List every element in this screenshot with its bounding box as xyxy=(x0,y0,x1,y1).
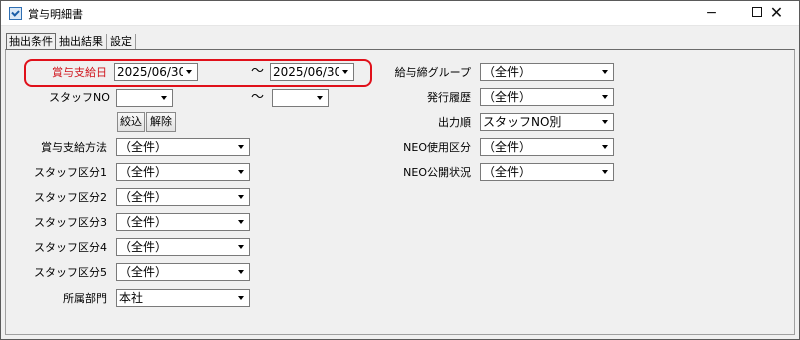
staff-category5-label: スタッフ区分5 xyxy=(34,266,107,279)
chevron-down-icon xyxy=(183,65,196,79)
output-order-label: 出力順 xyxy=(438,116,471,129)
tab-extract-results[interactable]: 抽出結果 xyxy=(56,34,107,50)
staff-category5-select[interactable]: （全件） xyxy=(116,263,250,281)
tab-settings[interactable]: 設定 xyxy=(107,34,136,50)
window-title: 賞与明細書 xyxy=(28,8,83,21)
pay-date-to-select[interactable]: 2025/06/30 xyxy=(270,63,354,81)
neo-usage-select[interactable]: （全件） xyxy=(480,138,614,156)
chevron-down-icon xyxy=(235,215,248,229)
staff-category2-select[interactable]: （全件） xyxy=(116,188,250,206)
clear-button[interactable]: 解除 xyxy=(146,112,176,132)
app-window: 賞与明細書 − ✕ 抽出条件 抽出結果 設定 賞与支給日 2025/06/30 … xyxy=(0,0,800,340)
title-bar: 賞与明細書 − ✕ xyxy=(1,1,799,26)
issue-history-select[interactable]: （全件） xyxy=(480,88,614,106)
staff-category3-value: （全件） xyxy=(119,215,168,229)
close-button[interactable]: ✕ xyxy=(754,1,799,25)
chevron-down-icon xyxy=(235,265,248,279)
app-icon xyxy=(9,7,22,20)
chevron-down-icon xyxy=(339,65,352,79)
chevron-down-icon xyxy=(235,240,248,254)
chevron-down-icon xyxy=(599,90,612,104)
staff-no-range-tilde: 〜 xyxy=(251,90,265,105)
staff-no-label: スタッフNO xyxy=(49,91,110,104)
department-label: 所属部門 xyxy=(63,292,107,305)
payment-method-value: （全件） xyxy=(119,140,168,154)
neo-publish-value: （全件） xyxy=(483,165,532,179)
pay-date-from-value: 2025/06/30 xyxy=(117,65,187,79)
chevron-down-icon xyxy=(235,190,248,204)
issue-history-label: 発行履歴 xyxy=(427,91,471,104)
pay-date-range-tilde: 〜 xyxy=(251,64,265,79)
chevron-down-icon xyxy=(314,91,327,105)
narrow-button[interactable]: 絞込 xyxy=(117,112,145,132)
staff-category2-label: スタッフ区分2 xyxy=(34,191,107,204)
department-value: 本社 xyxy=(119,291,144,305)
chevron-down-icon xyxy=(158,91,171,105)
tab-bar: 抽出条件 抽出結果 設定 xyxy=(6,33,136,50)
neo-usage-value: （全件） xyxy=(483,140,532,154)
department-select[interactable]: 本社 xyxy=(116,289,250,307)
payment-method-select[interactable]: （全件） xyxy=(116,138,250,156)
pay-date-to-value: 2025/06/30 xyxy=(273,65,343,79)
chevron-down-icon xyxy=(599,65,612,79)
staff-no-to-select[interactable] xyxy=(272,89,329,107)
minimize-button[interactable]: − xyxy=(689,1,734,25)
payroll-group-select[interactable]: （全件） xyxy=(480,63,614,81)
payroll-group-value: （全件） xyxy=(483,65,532,79)
staff-category2-value: （全件） xyxy=(119,190,168,204)
pay-date-from-select[interactable]: 2025/06/30 xyxy=(114,63,198,81)
neo-publish-label: NEO公開状況 xyxy=(403,166,471,179)
chevron-down-icon xyxy=(235,165,248,179)
staff-category4-select[interactable]: （全件） xyxy=(116,238,250,256)
staff-category5-value: （全件） xyxy=(119,265,168,279)
staff-category4-value: （全件） xyxy=(119,240,168,254)
staff-category4-label: スタッフ区分4 xyxy=(34,241,107,254)
staff-no-from-select[interactable] xyxy=(116,89,173,107)
payment-method-label: 賞与支給方法 xyxy=(41,141,107,154)
chevron-down-icon xyxy=(235,140,248,154)
chevron-down-icon xyxy=(599,165,612,179)
issue-history-value: （全件） xyxy=(483,90,532,104)
neo-usage-label: NEO使用区分 xyxy=(403,141,471,154)
staff-category3-label: スタッフ区分3 xyxy=(34,216,107,229)
pay-date-label: 賞与支給日 xyxy=(52,66,107,79)
output-order-value: スタッフNO別 xyxy=(483,115,562,129)
chevron-down-icon xyxy=(599,115,612,129)
staff-category1-value: （全件） xyxy=(119,165,168,179)
chevron-down-icon xyxy=(599,140,612,154)
staff-category3-select[interactable]: （全件） xyxy=(116,213,250,231)
staff-category1-select[interactable]: （全件） xyxy=(116,163,250,181)
tab-extract-conditions[interactable]: 抽出条件 xyxy=(6,33,56,50)
neo-publish-select[interactable]: （全件） xyxy=(480,163,614,181)
chevron-down-icon xyxy=(235,291,248,305)
staff-category1-label: スタッフ区分1 xyxy=(34,166,107,179)
output-order-select[interactable]: スタッフNO別 xyxy=(480,113,614,131)
payroll-group-label: 給与締グループ xyxy=(394,66,471,79)
